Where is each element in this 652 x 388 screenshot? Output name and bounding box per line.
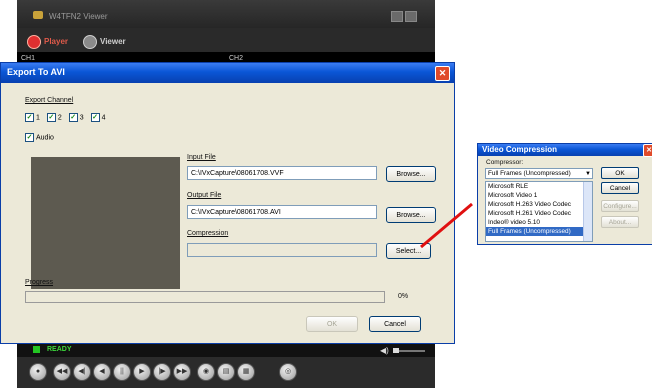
export-channel-label: Export Channel	[25, 97, 74, 104]
check-icon: ✓	[46, 113, 56, 122]
channel-4-label: 4	[101, 114, 106, 122]
check-icon: ✓	[25, 133, 34, 142]
pause-button[interactable]: ||	[113, 363, 131, 381]
playback-controls: ● ◀◀ ◀| ◀ || ▶ |▶ ▶▶ ◉ ▤ ▦ ◎	[27, 361, 427, 385]
video-compression-dialog: Video Compression ✕ Compressor: Full Fra…	[477, 143, 652, 245]
save-button[interactable]: ▤	[217, 363, 235, 381]
chevron-down-icon[interactable]: ▼	[585, 169, 591, 179]
fast-forward-button[interactable]: ▶▶	[173, 363, 191, 381]
list-item[interactable]: Microsoft H.261 Video Codec	[486, 209, 592, 218]
channel-3-checkbox[interactable]: ✓ 3	[68, 113, 84, 122]
status-led-icon	[33, 346, 40, 353]
viewer-tabbar: Player Viewer	[17, 28, 435, 52]
input-file-label: Input File	[187, 154, 216, 161]
viewer-icon	[83, 35, 97, 49]
export-dialog-titlebar[interactable]: Export To AVI ✕	[1, 63, 454, 83]
output-file-label: Output File	[187, 192, 222, 199]
check-icon: ✓	[25, 113, 34, 122]
close-icon[interactable]	[405, 11, 417, 22]
status-text: READY	[47, 346, 72, 353]
scrollbar[interactable]	[583, 182, 592, 241]
progress-bar	[25, 291, 385, 303]
viewer-title: W4TFN2 Viewer	[49, 12, 108, 21]
export-dialog-title: Export To AVI	[7, 67, 65, 77]
channel-3-label: 3	[79, 114, 84, 122]
tab-player-label: Player	[44, 37, 69, 47]
compressor-list[interactable]: Microsoft RLE Microsoft Video 1 Microsof…	[485, 181, 593, 242]
volume-slider-knob[interactable]	[393, 348, 399, 353]
progress-label: Progress	[25, 279, 54, 286]
settings-button[interactable]: ◎	[279, 363, 297, 381]
about-button[interactable]: About...	[601, 216, 639, 228]
minimize-icon[interactable]	[391, 11, 403, 22]
tab-player[interactable]: Player	[27, 35, 68, 49]
output-file-field[interactable]: C:\IVxCapture\08061708.AVI	[187, 205, 377, 219]
check-icon: ✓	[68, 113, 78, 122]
viewer-controls: READY ◀) ● ◀◀ ◀| ◀ || ▶ |▶ ▶▶ ◉ ▤ ▦ ◎	[17, 338, 435, 388]
list-item-selected[interactable]: Full Frames (Uncompressed)	[486, 227, 592, 236]
play-button[interactable]: ▶	[133, 363, 151, 381]
channel-label: CH2	[229, 55, 244, 62]
check-icon: ✓	[90, 113, 100, 122]
player-icon	[27, 35, 41, 49]
play-reverse-button[interactable]: ◀	[93, 363, 111, 381]
close-icon[interactable]: ✕	[643, 144, 652, 157]
snapshot-button[interactable]: ◉	[197, 363, 215, 381]
audio-label: Audio	[36, 134, 54, 142]
channel-2-checkbox[interactable]: ✓ 2	[46, 113, 62, 122]
compression-label: Compression	[187, 230, 229, 237]
volume-icon: ◀)	[380, 346, 389, 355]
compressor-selected-value: Full Frames (Uncompressed)	[488, 170, 571, 177]
channel-4-checkbox[interactable]: ✓ 4	[90, 113, 106, 122]
vc-cancel-button[interactable]: Cancel	[601, 182, 639, 194]
step-forward-button[interactable]: |▶	[153, 363, 171, 381]
cancel-button[interactable]: Cancel	[369, 316, 421, 332]
compression-field	[187, 243, 377, 257]
record-button[interactable]: ●	[29, 363, 47, 381]
channel-1-checkbox[interactable]: ✓ 1	[25, 113, 40, 122]
channel-checkboxes: ✓ 1 ✓ 2 ✓ 3 ✓ 4	[25, 113, 110, 122]
tab-viewer[interactable]: Viewer	[83, 35, 126, 49]
input-file-field[interactable]: C:\IVxCapture\08061708.VVF	[187, 166, 377, 180]
list-item[interactable]: Microsoft H.263 Video Codec	[486, 200, 592, 209]
viewer-titlebar: W4TFN2 Viewer	[17, 0, 435, 28]
progress-percent: 0%	[398, 293, 409, 300]
video-preview	[31, 157, 180, 289]
status-bar: READY ◀)	[17, 343, 435, 357]
configure-button[interactable]: Configure...	[601, 200, 639, 212]
ok-button[interactable]: OK	[306, 316, 358, 332]
channel-2-label: 2	[57, 114, 62, 122]
viewer-window-buttons	[389, 11, 417, 24]
browse-output-button[interactable]: Browse...	[386, 207, 436, 223]
app-logo-icon	[33, 11, 43, 19]
compressor-label: Compressor:	[486, 159, 524, 166]
video-compression-title: Video Compression	[482, 145, 557, 154]
tab-viewer-label: Viewer	[100, 37, 126, 47]
step-back-button[interactable]: ◀|	[73, 363, 91, 381]
channel-label: CH1	[21, 55, 36, 62]
list-item[interactable]: Microsoft Video 1	[486, 191, 592, 200]
browse-input-button[interactable]: Browse...	[386, 166, 436, 182]
video-compression-titlebar[interactable]: Video Compression ✕	[478, 144, 652, 157]
select-compression-button[interactable]: Select...	[386, 243, 431, 259]
vc-ok-button[interactable]: OK	[601, 167, 639, 179]
list-item[interactable]: Indeo® video 5.10	[486, 218, 592, 227]
close-icon[interactable]: ✕	[435, 66, 450, 81]
compressor-select[interactable]: Full Frames (Uncompressed) ▼	[485, 168, 593, 179]
list-item[interactable]: Microsoft RLE	[486, 182, 592, 191]
audio-checkbox[interactable]: ✓ Audio	[25, 133, 54, 142]
export-dialog: Export To AVI ✕ Export Channel ✓ 1 ✓ 2 ✓ 3 …	[0, 62, 455, 344]
channel-1-label: 1	[36, 114, 40, 122]
rewind-button[interactable]: ◀◀	[53, 363, 71, 381]
print-button[interactable]: ▦	[237, 363, 255, 381]
